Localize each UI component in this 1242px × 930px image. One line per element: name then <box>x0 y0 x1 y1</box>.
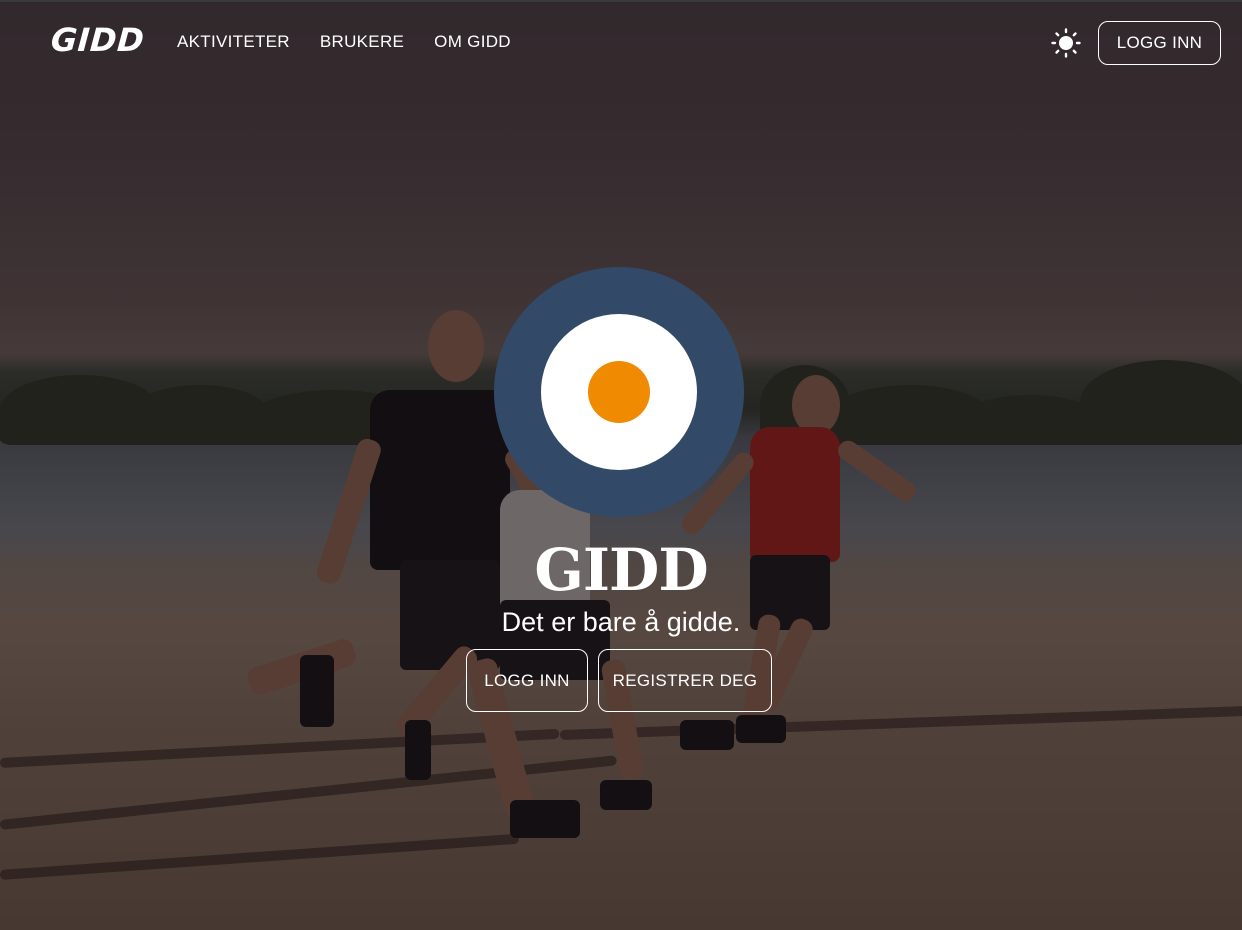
brand-logo[interactable]: GIDD <box>50 20 146 60</box>
hero-title: GIDD <box>534 536 708 604</box>
nav-link-brukere[interactable]: BRUKERE <box>320 30 404 54</box>
login-button-hero[interactable]: LOGG INN <box>466 649 588 712</box>
register-button[interactable]: REGISTRER DEG <box>598 649 772 712</box>
login-button-header[interactable]: LOGG INN <box>1098 21 1221 65</box>
main-navigation: AKTIVITETER BRUKERE OM GIDD <box>177 30 511 54</box>
nav-link-aktiviteter[interactable]: AKTIVITETER <box>177 30 290 54</box>
nav-link-om-gidd[interactable]: OM GIDD <box>434 30 511 54</box>
top-navigation-bar: GIDD AKTIVITETER BRUKERE OM GIDD LOGG IN… <box>0 0 1242 82</box>
logo-orange-dot <box>588 361 650 423</box>
theme-toggle-button[interactable] <box>1049 26 1083 60</box>
hero-tagline: Det er bare å gidde. <box>501 607 741 637</box>
hero-action-buttons: LOGG INN REGISTRER DEG <box>466 649 772 712</box>
gidd-target-logo <box>494 267 744 517</box>
sun-icon <box>1051 28 1081 58</box>
